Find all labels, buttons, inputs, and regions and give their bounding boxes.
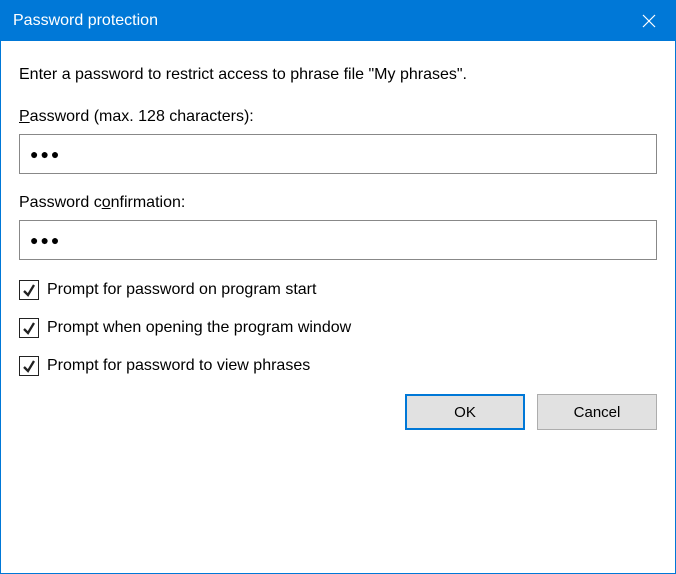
close-icon [642, 14, 656, 28]
checkbox-label: Prompt for password to view phrases [47, 357, 310, 375]
window-title: Password protection [13, 12, 158, 30]
check-icon [22, 283, 36, 297]
checkbox-prompt-view[interactable]: Prompt for password to view phrases [19, 356, 657, 376]
cancel-button[interactable]: Cancel [537, 394, 657, 430]
check-icon [22, 321, 36, 335]
button-row: OK Cancel [19, 394, 657, 430]
dialog-content: Enter a password to restrict access to p… [1, 41, 675, 448]
checkbox-label: Prompt when opening the program window [47, 319, 351, 337]
close-button[interactable] [623, 1, 675, 41]
checkbox-prompt-start[interactable]: Prompt for password on program start [19, 280, 657, 300]
ok-button[interactable]: OK [405, 394, 525, 430]
checkbox-box[interactable] [19, 356, 39, 376]
password-confirm-label: Password confirmation: [19, 194, 657, 212]
check-icon [22, 359, 36, 373]
checkbox-box[interactable] [19, 318, 39, 338]
password-confirm-input[interactable] [19, 220, 657, 260]
checkbox-box[interactable] [19, 280, 39, 300]
description-text: Enter a password to restrict access to p… [19, 63, 657, 86]
password-input[interactable] [19, 134, 657, 174]
titlebar: Password protection [1, 1, 675, 41]
checkbox-prompt-window[interactable]: Prompt when opening the program window [19, 318, 657, 338]
checkbox-label: Prompt for password on program start [47, 281, 316, 299]
password-label: Password (max. 128 characters): [19, 108, 657, 126]
